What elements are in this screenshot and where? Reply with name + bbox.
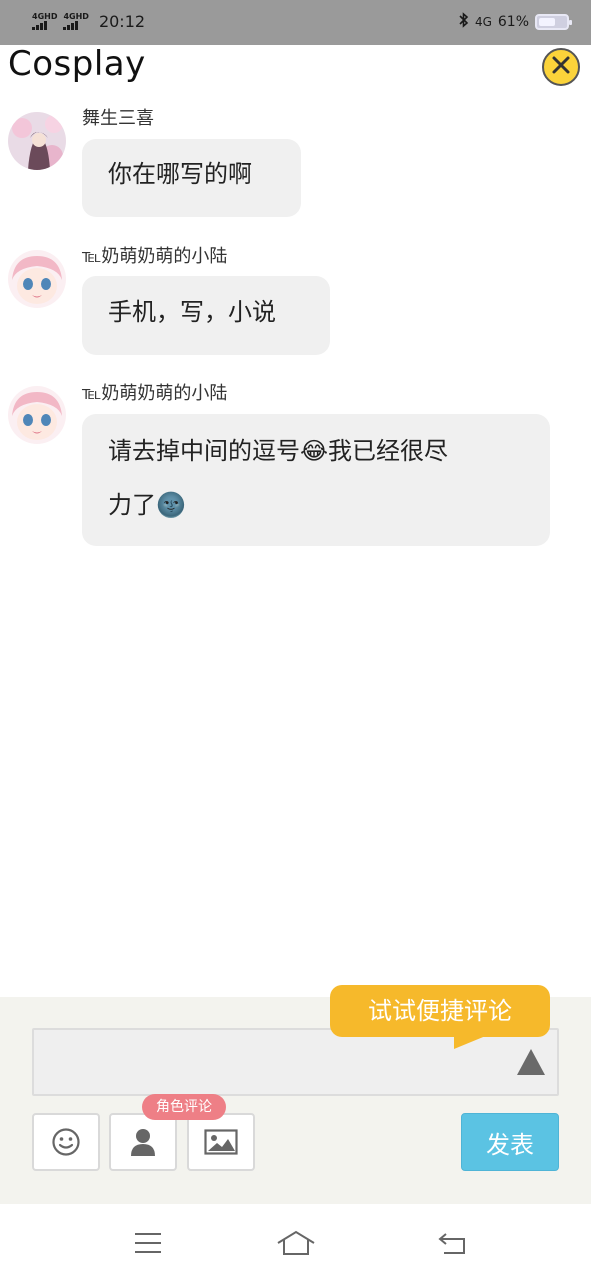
message-text: 你在哪写的啊 [108,160,252,188]
avatar[interactable] [8,112,66,170]
quick-comment-tooltip[interactable]: 试试便捷评论 [330,985,550,1049]
avatar[interactable] [8,386,66,444]
message-text: 手机，写，小说 [108,298,276,326]
message-bubble: 请去掉中间的逗号😂我已经很尽 力了🌚 [82,414,550,546]
back-icon [438,1233,465,1254]
status-bar: 4GHD 4GHD 20:12 4G 61% [0,0,591,45]
role-comment-badge: 角色评论 [142,1094,226,1120]
signal-1: 4GHD [32,13,57,30]
signal-bars-icon [63,21,79,30]
signal-2: 4GHD [63,12,89,30]
expand-quick-comments-button[interactable] [516,1048,546,1076]
battery-percent: 61% [497,14,529,30]
message-bubble: 你在哪写的啊 [82,139,301,217]
message-text-line: 请去掉中间的逗号😂我已经很尽 [108,437,449,465]
home-icon [277,1230,315,1255]
battery-fill [539,18,555,26]
close-icon [550,54,572,80]
avatar[interactable] [8,250,66,308]
message-bubble: 手机，写，小说 [82,276,330,355]
image-button[interactable] [187,1113,255,1171]
page-title: Cosplay [8,44,146,84]
close-button[interactable] [542,48,580,86]
clock: 20:12 [98,12,146,31]
sender-name: ℡奶萌奶萌的小陆 [82,246,228,267]
smiley-icon [52,1128,80,1156]
status-right: 4G 61% [459,12,572,32]
message-text-line: 力了🌚 [108,491,186,519]
signal-2-label: 4GHD [63,12,89,21]
home-button[interactable] [276,1228,316,1258]
back-button[interactable] [432,1228,472,1258]
bluetooth-icon [459,12,469,32]
sender-name: 舞生三喜 [82,108,154,129]
status-left: 4GHD 4GHD 20:12 [32,12,145,31]
sender-name: ℡奶萌奶萌的小陆 [82,383,228,404]
network-type: 4G [474,15,492,29]
role-comment-button[interactable] [109,1113,177,1171]
person-icon [131,1129,155,1156]
battery-icon [535,14,572,30]
emoji-button[interactable] [32,1113,100,1171]
system-nav-bar [0,1204,591,1280]
comment-composer: 试试便捷评论 角色评论 发表 [0,985,591,1204]
send-button[interactable]: 发表 [461,1113,559,1171]
menu-icon [135,1233,161,1253]
signal-1-label: 4GHD [32,12,58,21]
image-icon [204,1129,238,1155]
triangle-up-icon [517,1049,545,1075]
menu-button[interactable] [128,1228,168,1258]
signal-bars-icon [32,21,47,30]
tooltip-text: 试试便捷评论 [368,997,512,1025]
